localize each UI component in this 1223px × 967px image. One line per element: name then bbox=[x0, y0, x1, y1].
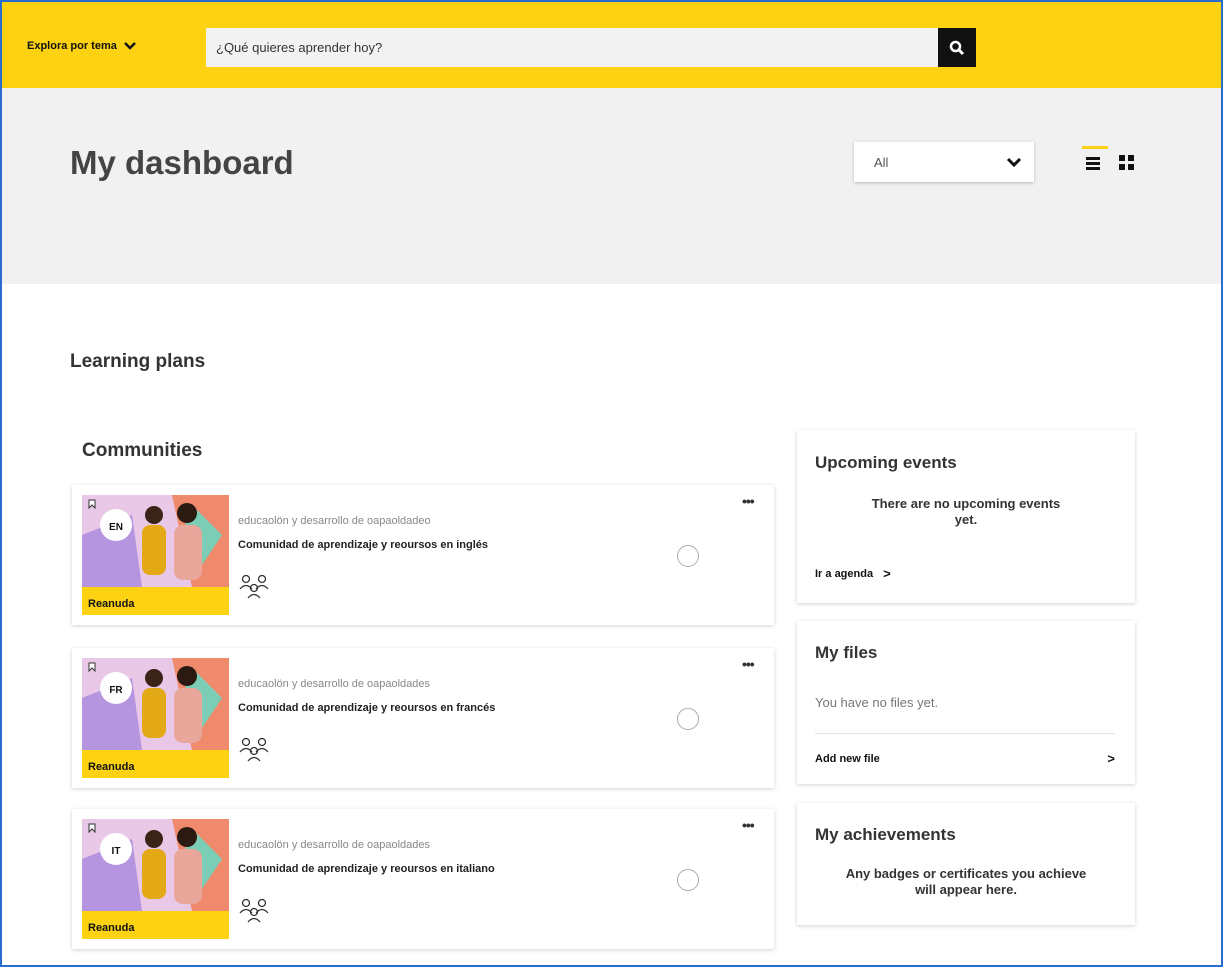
view-toggles bbox=[1082, 146, 1144, 176]
community-card[interactable]: IT Reanuda educaolön y desarrollo de oap… bbox=[72, 809, 774, 949]
learning-plans-title: Learning plans bbox=[70, 351, 206, 372]
my-files-title: My files bbox=[815, 643, 878, 662]
course-thumbnail[interactable]: FR Reanuda bbox=[82, 658, 229, 778]
language-badge: IT bbox=[100, 833, 132, 865]
divider bbox=[815, 733, 1115, 734]
course-category: educaolön y desarrollo de oapaoldades bbox=[238, 678, 431, 690]
dashboard-header: My dashboard All bbox=[2, 88, 1221, 284]
more-options-icon[interactable]: ••• bbox=[742, 656, 755, 672]
chevron-right-icon: > bbox=[1107, 751, 1115, 766]
course-image bbox=[82, 658, 229, 750]
course-title[interactable]: Comunidad de aprendizaje y reoursos en i… bbox=[238, 539, 488, 551]
filter-select[interactable]: All bbox=[854, 142, 1034, 182]
search-bar bbox=[206, 28, 976, 67]
filter-value: All bbox=[874, 154, 889, 170]
course-thumbnail[interactable]: IT Reanuda bbox=[82, 819, 229, 939]
explore-topics-label: Explora por tema bbox=[27, 40, 117, 52]
list-view-button[interactable] bbox=[1082, 146, 1108, 176]
bookmark-icon[interactable] bbox=[88, 499, 96, 509]
course-thumbnail[interactable]: EN Reanuda bbox=[82, 495, 229, 615]
course-image bbox=[82, 819, 229, 911]
chevron-down-icon bbox=[123, 42, 136, 50]
resume-button[interactable]: Reanuda bbox=[82, 587, 229, 615]
community-icon bbox=[239, 898, 269, 923]
grid-view-button[interactable] bbox=[1118, 146, 1144, 176]
more-options-icon[interactable]: ••• bbox=[742, 493, 755, 509]
my-achievements-title: My achievements bbox=[815, 825, 956, 844]
course-title[interactable]: Comunidad de aprendizaje y reoursos en i… bbox=[238, 863, 495, 875]
progress-indicator bbox=[677, 869, 699, 891]
search-button[interactable] bbox=[938, 28, 976, 67]
course-category: educaolön y desarrollo de oapaoldadeo bbox=[238, 515, 431, 527]
bookmark-icon[interactable] bbox=[88, 662, 96, 672]
search-icon bbox=[949, 40, 965, 55]
chevron-right-icon: > bbox=[883, 566, 891, 581]
resume-button[interactable]: Reanuda bbox=[82, 750, 229, 778]
events-empty-line1: There are no upcoming events bbox=[871, 496, 1061, 511]
course-title[interactable]: Comunidad de aprendizaje y reoursos en f… bbox=[238, 702, 495, 714]
upcoming-events-title: Upcoming events bbox=[815, 453, 957, 472]
community-icon bbox=[239, 574, 269, 599]
chevron-down-icon bbox=[1006, 157, 1022, 168]
add-new-file-link[interactable]: Add new file > bbox=[815, 751, 1115, 766]
search-input[interactable] bbox=[206, 28, 938, 67]
app-frame: Explora por tema My dashboard All Learni… bbox=[0, 0, 1223, 967]
communities-title: Communities bbox=[82, 440, 203, 461]
files-empty-text: You have no files yet. bbox=[815, 695, 939, 710]
progress-indicator bbox=[677, 545, 699, 567]
course-image bbox=[82, 495, 229, 587]
course-category: educaolön y desarrollo de oapaoldades bbox=[238, 839, 431, 851]
achievements-text-line1: Any badges or certificates you achieve bbox=[845, 866, 1087, 881]
community-card[interactable]: FR Reanuda educaolön y desarrollo de oap… bbox=[72, 648, 774, 788]
upcoming-events-widget: Upcoming events There are no upcoming ev… bbox=[797, 430, 1135, 603]
page-title: My dashboard bbox=[70, 144, 294, 181]
my-achievements-widget: My achievements Any badges or certificat… bbox=[797, 803, 1135, 925]
events-empty-line2: yet. bbox=[954, 512, 978, 527]
agenda-link[interactable]: Ir a agenda > bbox=[815, 566, 891, 581]
community-icon bbox=[239, 737, 269, 762]
community-card[interactable]: EN Reanuda educaolön y desarrollo de oap… bbox=[72, 485, 774, 625]
progress-indicator bbox=[677, 708, 699, 730]
list-view-icon bbox=[1086, 157, 1100, 170]
bookmark-icon[interactable] bbox=[88, 823, 96, 833]
language-badge: EN bbox=[100, 509, 132, 541]
resume-button[interactable]: Reanuda bbox=[82, 911, 229, 939]
achievements-text-line2: will appear here. bbox=[915, 882, 1017, 897]
my-files-widget: My files You have no files yet. Add new … bbox=[797, 621, 1135, 784]
add-new-file-label: Add new file bbox=[815, 752, 880, 765]
top-bar: Explora por tema bbox=[2, 2, 1221, 88]
more-options-icon[interactable]: ••• bbox=[742, 817, 755, 833]
agenda-link-label: Ir a agenda bbox=[815, 567, 874, 580]
language-badge: FR bbox=[100, 672, 132, 704]
explore-topics-dropdown[interactable]: Explora por tema bbox=[27, 40, 137, 52]
grid-view-icon bbox=[1119, 155, 1134, 170]
